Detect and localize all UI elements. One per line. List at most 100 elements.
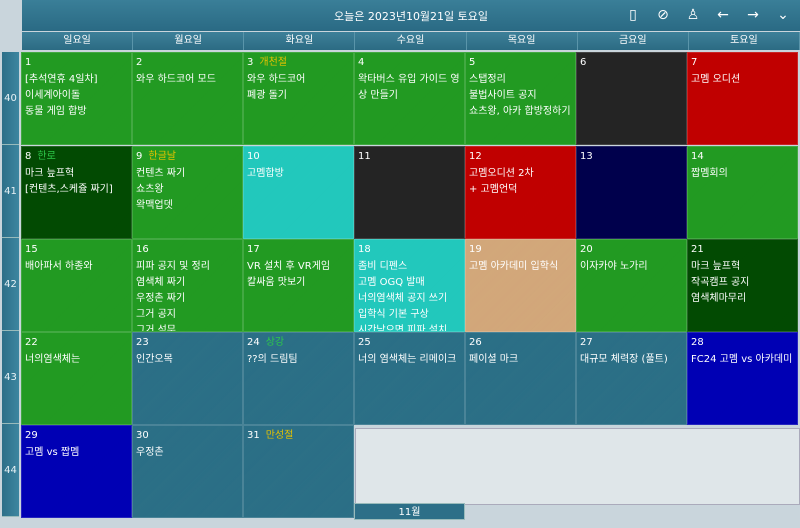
day-cell[interactable]: 8 한로 마크 늪프혁 [컨텐츠,스케쥴 짜기] [21, 146, 132, 239]
event-item[interactable]: 컨텐츠 짜기 [136, 166, 239, 182]
event-item[interactable]: 고멤 OGQ 발매 [358, 275, 461, 291]
day-cell[interactable]: 24 상강 ??의 드림팀 [243, 332, 354, 425]
event-item[interactable]: 쇼츠왕 [136, 182, 239, 198]
event-item[interactable]: 좀비 디펜스 [358, 259, 461, 275]
event-item[interactable]: 우정촌 짜기 [136, 291, 239, 307]
day-number: 30 [136, 430, 149, 441]
day-cell[interactable]: 13 [576, 146, 687, 239]
event-item[interactable]: [추석연휴 4일차] [25, 72, 128, 88]
day-cell[interactable]: 31 만성절 [243, 425, 354, 518]
event-item[interactable]: 왁타버스 유입 가이드 영 [358, 72, 461, 88]
arrow-left-icon[interactable]: ← [714, 6, 732, 24]
event-item[interactable]: 와우 하드코어 [247, 72, 350, 88]
event-item[interactable]: 고멤오디션 2차 [469, 166, 572, 182]
day-cell[interactable]: 29 고멤 vs 짭멤 [21, 425, 132, 518]
title-bar: 오늘은 2023년10월21일 토요일 ▯ ⊘ ♙ ← → ⌄ [22, 0, 800, 31]
event-item[interactable]: 너의 염색체는 리메이크 [358, 352, 461, 368]
day-number: 2 [136, 57, 143, 68]
day-cell[interactable]: 4 왁타버스 유입 가이드 영상 만들기 [354, 52, 465, 145]
day-number: 9 [136, 151, 143, 162]
event-item[interactable]: 이세계아이돌 [25, 88, 128, 104]
day-cell[interactable]: 20 이자카야 노가리 [576, 239, 687, 332]
event-item[interactable]: FC24 고멤 vs 아카데미 [691, 352, 794, 368]
chevron-down-icon[interactable]: ⌄ [774, 6, 792, 24]
phone-icon[interactable]: ▯ [624, 6, 642, 24]
event-item[interactable]: 이자카야 노가리 [580, 259, 683, 275]
event-item[interactable]: 와우 하드코어 모드 [136, 72, 239, 88]
event-item[interactable]: 인간오목 [136, 352, 239, 368]
day-number: 14 [691, 151, 704, 162]
weekday-sat: 토요일 [688, 32, 800, 50]
day-cell[interactable]: 30 우정촌 [132, 425, 243, 518]
day-cell[interactable]: 14 짭멤회의 [687, 146, 798, 239]
day-cell[interactable]: 21 마크 늪프혁 작곡캠프 공지 염색체마무리 [687, 239, 798, 332]
day-cell[interactable]: 26 페이셜 마크 [465, 332, 576, 425]
day-cell[interactable]: 12 고멤오디션 2차 + 고멤언덕 [465, 146, 576, 239]
day-cell[interactable]: 5 스탭정리 불법사이트 공지 쇼츠왕, 아카 합방정하기 [465, 52, 576, 145]
event-item[interactable]: 피파 공지 및 정리 [136, 259, 239, 275]
event-item[interactable]: 짭멤회의 [691, 166, 794, 182]
weekday-header: 일요일 월요일 화요일 수요일 목요일 금요일 토요일 [22, 32, 800, 50]
weekday-mon: 월요일 [133, 32, 245, 50]
day-cell[interactable]: 10 고멤합방 [243, 146, 354, 239]
day-number: 25 [358, 337, 371, 348]
event-item[interactable]: 마크 늪프혁 [691, 259, 794, 275]
day-cell[interactable]: 1 [추석연휴 4일차] 이세계아이돌 동물 게임 합방 [21, 52, 132, 145]
day-cell[interactable]: 6 [576, 52, 687, 145]
sync-icon[interactable]: ⊘ [654, 6, 672, 24]
event-item[interactable]: 동물 게임 합방 [25, 104, 128, 120]
event-item[interactable]: 칼싸움 맛보기 [247, 275, 350, 291]
event-item[interactable]: 고멤 오디션 [691, 72, 794, 88]
day-cell[interactable]: 15 배아파서 하종와 [21, 239, 132, 332]
event-item[interactable]: 너의염색체 공지 쓰기 [358, 291, 461, 307]
day-cell[interactable]: 23 인간오목 [132, 332, 243, 425]
event-item[interactable]: 마크 늪프혁 [25, 166, 128, 182]
day-cell[interactable]: 25 너의 염색체는 리메이크 [354, 332, 465, 425]
user-icon[interactable]: ♙ [684, 6, 702, 24]
day-cell[interactable]: 17 VR 설치 후 VR게임 칼싸움 맛보기 [243, 239, 354, 332]
event-item[interactable]: ??의 드림팀 [247, 352, 350, 368]
event-item[interactable]: 스탭정리 [469, 72, 572, 88]
day-cell[interactable]: 18 좀비 디펜스 고멤 OGQ 발매 너의염색체 공지 쓰기 입학식 기본 구상 시간남… [354, 239, 465, 332]
week-number: 44 [2, 424, 19, 517]
week-number: 42 [2, 238, 19, 331]
event-item[interactable]: [컨텐츠,스케쥴 짜기] [25, 182, 128, 198]
day-cell[interactable]: 27 대규모 체력장 (풀트) [576, 332, 687, 425]
event-item[interactable]: 대규모 체력장 (풀트) [580, 352, 683, 368]
event-item[interactable]: 고멤 아카데미 입학식 [469, 259, 572, 275]
day-cell[interactable]: 7 고멤 오디션 [687, 52, 798, 145]
arrow-right-icon[interactable]: → [744, 6, 762, 24]
day-cell[interactable]: 19 고멤 아카데미 입학식 [465, 239, 576, 332]
day-number: 1 [25, 57, 32, 68]
event-item[interactable]: 시간남으면 피파 설치 [358, 323, 461, 331]
day-cell[interactable]: 22 너의염색체는 [21, 332, 132, 425]
day-cell[interactable]: 9 한글날 컨텐츠 짜기 쇼츠왕 왁맥업뎃 [132, 146, 243, 239]
event-item[interactable]: + 고멤언덕 [469, 182, 572, 198]
weekday-sun: 일요일 [22, 32, 134, 50]
day-cell[interactable]: 2 와우 하드코어 모드 [132, 52, 243, 145]
event-item[interactable]: 그거 석무 [136, 323, 239, 331]
event-item[interactable]: 상 만들기 [358, 88, 461, 104]
event-item[interactable]: 우정촌 [136, 445, 239, 461]
event-item[interactable]: 왁맥업뎃 [136, 198, 239, 214]
holiday-label: 한로 [37, 151, 56, 162]
event-item[interactable]: 폐광 돌기 [247, 88, 350, 104]
day-cell[interactable]: 16 피파 공지 및 정리 염색체 짜기 우정촌 짜기 그거 공지 그거 석무 [132, 239, 243, 332]
event-item[interactable]: VR 설치 후 VR게임 [247, 259, 350, 275]
event-item[interactable]: 쇼츠왕, 아카 합방정하기 [469, 104, 572, 120]
event-item[interactable]: 고멤 vs 짭멤 [25, 445, 128, 461]
next-month-tab[interactable]: 11월 [354, 503, 465, 520]
event-item[interactable]: 입학식 기본 구상 [358, 307, 461, 323]
event-item[interactable]: 작곡캠프 공지 [691, 275, 794, 291]
event-item[interactable]: 그거 공지 [136, 307, 239, 323]
event-item[interactable]: 염색체 짜기 [136, 275, 239, 291]
day-cell[interactable]: 3 개천절 와우 하드코어 폐광 돌기 [243, 52, 354, 145]
event-item[interactable]: 염색체마무리 [691, 291, 794, 307]
event-item[interactable]: 고멤합방 [247, 166, 350, 182]
event-item[interactable]: 너의염색체는 [25, 352, 128, 368]
day-cell[interactable]: 11 [354, 146, 465, 239]
event-item[interactable]: 불법사이트 공지 [469, 88, 572, 104]
event-item[interactable]: 페이셜 마크 [469, 352, 572, 368]
day-cell[interactable]: 28 FC24 고멤 vs 아카데미 [687, 332, 798, 425]
event-item[interactable]: 배아파서 하종와 [25, 259, 128, 275]
